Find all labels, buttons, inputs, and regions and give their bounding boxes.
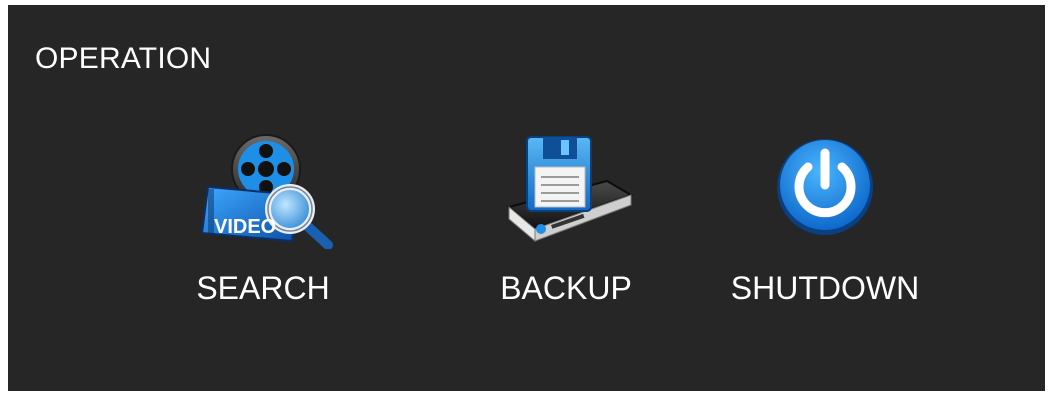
search-label: SEARCH <box>196 270 330 306</box>
backup-button[interactable]: BACKUP <box>476 5 656 391</box>
backup-label: BACKUP <box>500 270 632 306</box>
power-icon <box>750 129 900 249</box>
operation-panel: OPERATION VIDEO SEARCH BACKUP SHUTDOWN <box>8 5 1045 391</box>
shutdown-label: SHUTDOWN <box>730 270 920 306</box>
video-search-icon: VIDEO <box>188 129 338 249</box>
shutdown-button[interactable]: SHUTDOWN <box>705 5 945 391</box>
video-badge-text: VIDEO <box>214 216 276 238</box>
search-button[interactable]: VIDEO SEARCH <box>173 5 353 391</box>
backup-drive-icon <box>491 129 641 249</box>
